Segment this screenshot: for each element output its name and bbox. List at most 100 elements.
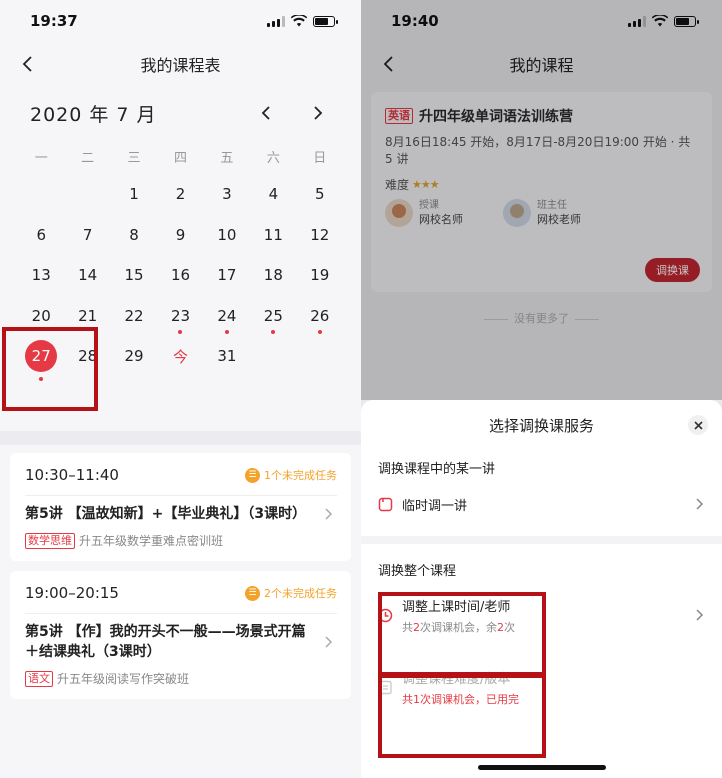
- prev-month-button[interactable]: [253, 100, 279, 126]
- calendar-header: 2020 年 7 月: [0, 86, 361, 140]
- calendar-day[interactable]: 9: [157, 215, 203, 256]
- back-arrow-icon[interactable]: [379, 54, 399, 74]
- day-number: 16: [170, 266, 191, 285]
- lesson-dot: [317, 330, 322, 334]
- calendar-empty-cell: [18, 174, 64, 215]
- lesson-title: 第5讲 【温故知新】+【毕业典礼】（3课时）: [25, 506, 307, 522]
- next-month-button[interactable]: [305, 100, 331, 126]
- calendar-day[interactable]: 28: [64, 336, 110, 377]
- calendar-day[interactable]: 4: [250, 174, 296, 215]
- calendar-day[interactable]: 14: [64, 255, 110, 296]
- adjust-level-option[interactable]: 调整课程难度/版本 共1次调课机会，已用完: [361, 656, 722, 718]
- lesson-card[interactable]: 10:30–11:40 ☰ 1个未完成任务 第5讲 【温故知新】+【毕业典礼】（…: [10, 453, 351, 561]
- day-number: 26: [310, 306, 330, 325]
- calendar-day[interactable]: 今: [157, 336, 203, 377]
- page-title: 我的课程表: [140, 56, 221, 75]
- weekday-label: 三: [127, 151, 141, 166]
- calendar-day[interactable]: 10: [204, 215, 250, 256]
- day-number: 5: [315, 185, 325, 204]
- teacher-name: 网校名师: [419, 213, 463, 226]
- day-number: 10: [217, 225, 237, 244]
- day-number: 15: [124, 266, 144, 285]
- day-number: 7: [82, 225, 93, 244]
- calendar-day[interactable]: 16: [157, 255, 203, 296]
- divider: [361, 536, 722, 544]
- calendar-day[interactable]: 1: [111, 174, 157, 215]
- lesson-dot: [39, 376, 44, 381]
- difficulty-stars: ★★★: [412, 178, 440, 191]
- day-number: 25: [263, 306, 283, 325]
- calendar-day[interactable]: 19: [297, 255, 343, 296]
- day-number: 19: [310, 266, 330, 285]
- calendar-day[interactable]: 22: [111, 296, 157, 337]
- calendar-day[interactable]: 8: [111, 215, 157, 256]
- adjust-level-label: 调整课程难度/版本: [402, 671, 511, 687]
- calendar-day[interactable]: 23: [157, 296, 203, 337]
- lesson-card[interactable]: 19:00–20:15 ☰ 2个未完成任务 第5讲 【作】我的开头不一般——场景…: [10, 571, 351, 699]
- calendar-day[interactable]: 27: [18, 336, 64, 381]
- calendar-day[interactable]: 7: [64, 215, 110, 256]
- calendar-day[interactable]: 3: [204, 174, 250, 215]
- day-number: 12: [310, 225, 330, 244]
- day-number: 4: [268, 185, 279, 204]
- lesson-title: 第5讲 【作】我的开头不一般——场景式开篇＋结课典礼（3课时）: [25, 624, 306, 660]
- teachers: 授课 网校名师 班主任 网校老师: [385, 199, 698, 227]
- weekday-row: 一二三四五六日: [0, 144, 361, 174]
- calendar-day[interactable]: 25: [250, 296, 296, 337]
- calendar-day[interactable]: 15: [111, 255, 157, 296]
- calendar-day[interactable]: 26: [297, 296, 343, 337]
- no-more-text: 没有更多了: [361, 310, 722, 326]
- lesson-list: 10:30–11:40 ☰ 1个未完成任务 第5讲 【温故知新】+【毕业典礼】（…: [0, 445, 361, 717]
- calendar-day[interactable]: 13: [18, 255, 64, 296]
- lesson-dot: [271, 330, 276, 334]
- calendar-day[interactable]: 2: [157, 174, 203, 215]
- day-number: 28: [78, 347, 98, 366]
- weekday-label: 六: [266, 151, 280, 166]
- swap-course-button[interactable]: 调换课: [645, 258, 700, 282]
- task-icon: ☰: [245, 467, 260, 483]
- weekday-label: 四: [173, 151, 187, 166]
- calendar-day[interactable]: 29: [111, 336, 157, 377]
- task-badge[interactable]: ☰ 2个未完成任务: [245, 585, 337, 601]
- clock-icon: [378, 608, 394, 623]
- status-bar: 19:40: [361, 0, 722, 42]
- weekday-label: 二: [81, 151, 95, 166]
- back-arrow-icon[interactable]: [18, 54, 38, 74]
- day-number: 22: [124, 306, 144, 325]
- calendar-day[interactable]: 6: [18, 215, 64, 256]
- temp-swap-option[interactable]: 临时调一讲: [361, 482, 722, 526]
- day-number: 6: [36, 225, 46, 244]
- calendar-day[interactable]: 21: [64, 296, 110, 337]
- task-badge[interactable]: ☰ 1个未完成任务: [245, 467, 337, 483]
- course-card[interactable]: 英语 升四年级单词语法训练营 8月16日18:45 开始，8月17日-8月20日…: [371, 92, 712, 292]
- course-title: 升四年级单词语法训练营: [419, 109, 573, 125]
- status-icons: [267, 15, 338, 27]
- adjust-time-sub: 共2次调课机会，余2次: [402, 620, 515, 634]
- subject-tag: 英语: [385, 108, 413, 124]
- teacher: 授课 网校名师: [385, 199, 463, 227]
- calendar-day[interactable]: 18: [250, 255, 296, 296]
- day-number: 2: [175, 185, 186, 204]
- calendar-day[interactable]: 24: [204, 296, 250, 337]
- temp-swap-label: 临时调一讲: [402, 498, 468, 514]
- day-number: 14: [78, 266, 98, 285]
- day-number: 29: [124, 347, 144, 366]
- difficulty-label: 难度: [385, 178, 410, 192]
- calendar: 2020 年 7 月 一二三四五六日 1 2 3 4 5 6 7 8 9 10 11 12 13 14 15…: [0, 86, 361, 431]
- calendar-day[interactable]: 17: [204, 255, 250, 296]
- battery-icon: [674, 15, 699, 27]
- calendar-day[interactable]: 20: [18, 296, 64, 337]
- day-number: 17: [217, 266, 237, 285]
- calendar-day[interactable]: 31: [204, 336, 250, 377]
- adjust-time-teacher-option[interactable]: 调整上课时间/老师 共2次调课机会，余2次: [361, 584, 722, 646]
- status-icons: [628, 15, 699, 27]
- swap-service-sheet: 选择调换课服务 调换课程中的某一讲 临时调一讲 调换整个课程 调整上课时间/老师…: [361, 400, 722, 778]
- day-number: 24: [217, 306, 237, 325]
- day-number: 8: [129, 225, 139, 244]
- calendar-day[interactable]: 5: [297, 174, 343, 215]
- calendar-day[interactable]: 11: [250, 215, 296, 256]
- status-bar: 19:37: [0, 0, 361, 42]
- calendar-day[interactable]: 12: [297, 215, 343, 256]
- close-button[interactable]: [688, 415, 708, 435]
- lesson-time: 10:30–11:40: [25, 466, 119, 484]
